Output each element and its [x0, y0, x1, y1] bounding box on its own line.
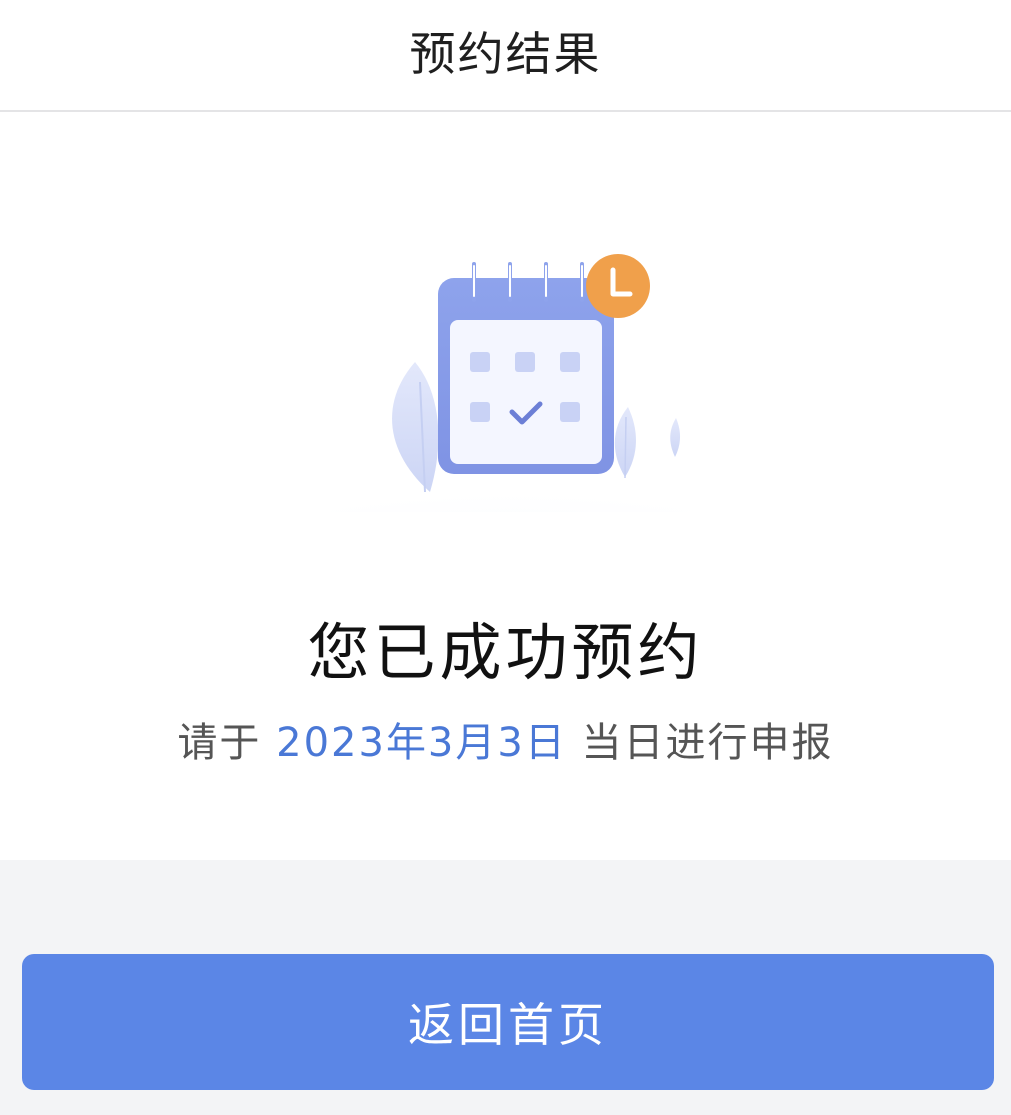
- page-title: 预约结果: [409, 27, 602, 81]
- success-message: 您已成功预约: [307, 616, 704, 689]
- appointment-date: 2023年3月3日: [276, 720, 567, 766]
- instruction-prefix: 请于: [177, 720, 277, 766]
- appointment-instruction: 请于 2023年3月3日 当日进行申报: [0, 710, 1011, 768]
- back-home-button[interactable]: 返回首页: [22, 954, 994, 1090]
- instruction-suffix: 当日进行申报: [566, 720, 834, 766]
- calendar-illustration: [220, 254, 800, 512]
- result-panel: 您已成功预约 请于 2023年3月3日 当日进行申报: [0, 112, 1011, 860]
- navigation-bar: 预约结果: [0, 0, 1011, 112]
- clock-icon: [586, 254, 650, 318]
